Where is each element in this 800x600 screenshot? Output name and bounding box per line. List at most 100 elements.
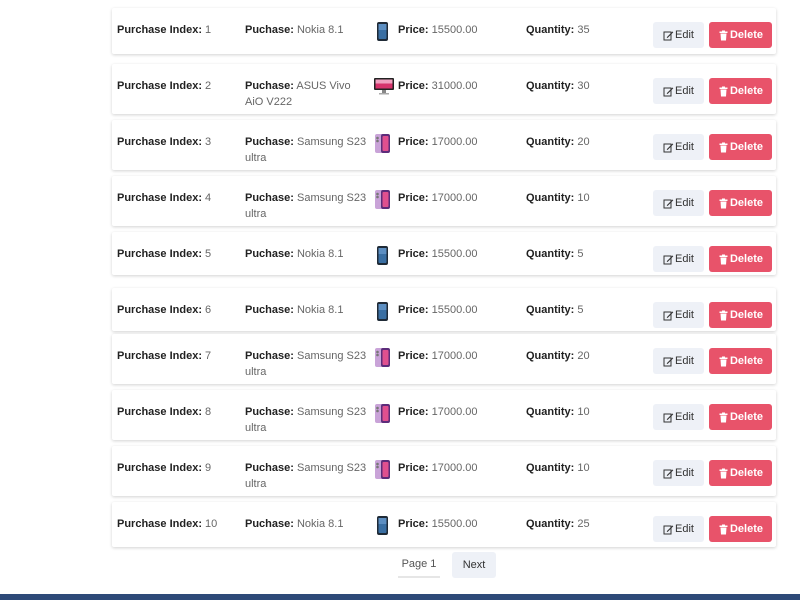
price-value: 15500.00 xyxy=(431,248,478,260)
purchase-index-value: 3 xyxy=(205,136,212,148)
next-page-button[interactable]: Next xyxy=(452,552,496,578)
purchase-index-label: Purchase Index: xyxy=(117,350,202,362)
delete-button-label: Delete xyxy=(729,467,764,479)
price-cell: Price: 15500.00 xyxy=(398,302,523,318)
delete-button[interactable]: Delete xyxy=(709,460,772,486)
quantity-label: Quantity: xyxy=(526,406,575,418)
price-label: Price: xyxy=(398,248,429,260)
price-label: Price: xyxy=(398,350,429,362)
price-label: Price: xyxy=(398,518,429,530)
price-label: Price: xyxy=(398,304,429,316)
price-cell: Price: 17000.00 xyxy=(398,404,523,420)
delete-button[interactable]: Delete xyxy=(709,22,772,48)
purchase-index-value: 6 xyxy=(205,304,212,316)
edit-button[interactable]: Edit xyxy=(653,516,704,542)
purchase-index-value: 10 xyxy=(205,518,218,530)
price-label: Price: xyxy=(398,136,429,148)
delete-button[interactable]: Delete xyxy=(709,78,772,104)
purchase-name-cell: Puchase: Samsung S23 ultra xyxy=(245,134,367,166)
edit-button[interactable]: Edit xyxy=(653,460,704,486)
purchase-row: Purchase Index: 8 Puchase: Samsung S23 u… xyxy=(112,390,776,440)
purchase-name-label: Puchase: xyxy=(245,518,294,530)
purchase-row: Purchase Index: 6 Puchase: Nokia 8.1 Pri… xyxy=(112,288,776,331)
price-value: 31000.00 xyxy=(431,80,478,92)
purchase-row: Purchase Index: 5 Puchase: Nokia 8.1 Pri… xyxy=(112,232,776,275)
delete-button-label: Delete xyxy=(729,253,764,265)
purchase-index-label: Purchase Index: xyxy=(117,462,202,474)
price-label: Price: xyxy=(398,24,429,36)
phone-dark-icon xyxy=(374,245,391,266)
purchase-index-label: Purchase Index: xyxy=(117,518,202,530)
edit-button-label: Edit xyxy=(675,411,694,423)
price-label: Price: xyxy=(398,80,429,92)
purchase-index-label: Purchase Index: xyxy=(117,80,202,92)
purchase-index-label: Purchase Index: xyxy=(117,406,202,418)
trash-icon xyxy=(718,254,729,265)
edit-button-label: Edit xyxy=(675,141,694,153)
price-label: Price: xyxy=(398,192,429,204)
delete-button[interactable]: Delete xyxy=(709,302,772,328)
phone-pink-icon xyxy=(374,403,391,424)
edit-button[interactable]: Edit xyxy=(653,302,704,328)
price-value: 15500.00 xyxy=(431,24,478,36)
quantity-value: 30 xyxy=(577,80,590,92)
quantity-value: 10 xyxy=(577,406,590,418)
edit-button[interactable]: Edit xyxy=(653,22,704,48)
edit-button[interactable]: Edit xyxy=(653,246,704,272)
quantity-value: 10 xyxy=(577,462,590,474)
price-value: 17000.00 xyxy=(431,406,478,418)
edit-button[interactable]: Edit xyxy=(653,78,704,104)
purchase-name-cell: Puchase: Samsung S23 ultra xyxy=(245,348,367,380)
edit-icon xyxy=(663,356,674,367)
price-cell: Price: 17000.00 xyxy=(398,190,523,206)
price-cell: Price: 17000.00 xyxy=(398,348,523,364)
delete-button[interactable]: Delete xyxy=(709,190,772,216)
quantity-value: 25 xyxy=(577,518,590,530)
delete-button[interactable]: Delete xyxy=(709,404,772,430)
trash-icon xyxy=(718,412,729,423)
quantity-cell: Quantity: 5 xyxy=(526,302,646,318)
edit-icon xyxy=(663,86,674,97)
trash-icon xyxy=(718,198,729,209)
delete-button-label: Delete xyxy=(729,411,764,423)
quantity-cell: Quantity: 20 xyxy=(526,348,646,364)
quantity-value: 20 xyxy=(577,136,590,148)
edit-icon xyxy=(663,524,674,535)
quantity-cell: Quantity: 10 xyxy=(526,190,646,206)
purchase-index-value: 8 xyxy=(205,406,212,418)
purchase-name-cell: Puchase: Samsung S23 ultra xyxy=(245,404,367,436)
delete-button[interactable]: Delete xyxy=(709,516,772,542)
delete-button[interactable]: Delete xyxy=(709,134,772,160)
edit-button[interactable]: Edit xyxy=(653,404,704,430)
purchase-index-cell: Purchase Index: 3 xyxy=(117,134,242,150)
delete-button[interactable]: Delete xyxy=(709,246,772,272)
quantity-cell: Quantity: 10 xyxy=(526,460,646,476)
delete-button-label: Delete xyxy=(729,29,764,41)
purchase-name-label: Puchase: xyxy=(245,304,294,316)
quantity-cell: Quantity: 30 xyxy=(526,78,646,94)
quantity-value: 5 xyxy=(577,304,584,316)
edit-button-label: Edit xyxy=(675,197,694,209)
purchase-index-label: Purchase Index: xyxy=(117,24,202,36)
quantity-label: Quantity: xyxy=(526,462,575,474)
purchase-index-value: 2 xyxy=(205,80,212,92)
edit-button[interactable]: Edit xyxy=(653,190,704,216)
edit-button[interactable]: Edit xyxy=(653,348,704,374)
purchase-index-cell: Purchase Index: 7 xyxy=(117,348,242,364)
monitor-icon xyxy=(374,77,394,98)
purchase-name-label: Puchase: xyxy=(245,80,294,92)
purchase-index-cell: Purchase Index: 6 xyxy=(117,302,242,318)
trash-icon xyxy=(718,310,729,321)
delete-button-label: Delete xyxy=(729,197,764,209)
quantity-label: Quantity: xyxy=(526,136,575,148)
purchase-index-cell: Purchase Index: 8 xyxy=(117,404,242,420)
edit-button-label: Edit xyxy=(675,467,694,479)
price-cell: Price: 31000.00 xyxy=(398,78,523,94)
purchase-name-label: Puchase: xyxy=(245,248,294,260)
price-cell: Price: 15500.00 xyxy=(398,22,523,38)
delete-button[interactable]: Delete xyxy=(709,348,772,374)
delete-button-label: Delete xyxy=(729,523,764,535)
price-value: 17000.00 xyxy=(431,350,478,362)
quantity-label: Quantity: xyxy=(526,192,575,204)
edit-button[interactable]: Edit xyxy=(653,134,704,160)
